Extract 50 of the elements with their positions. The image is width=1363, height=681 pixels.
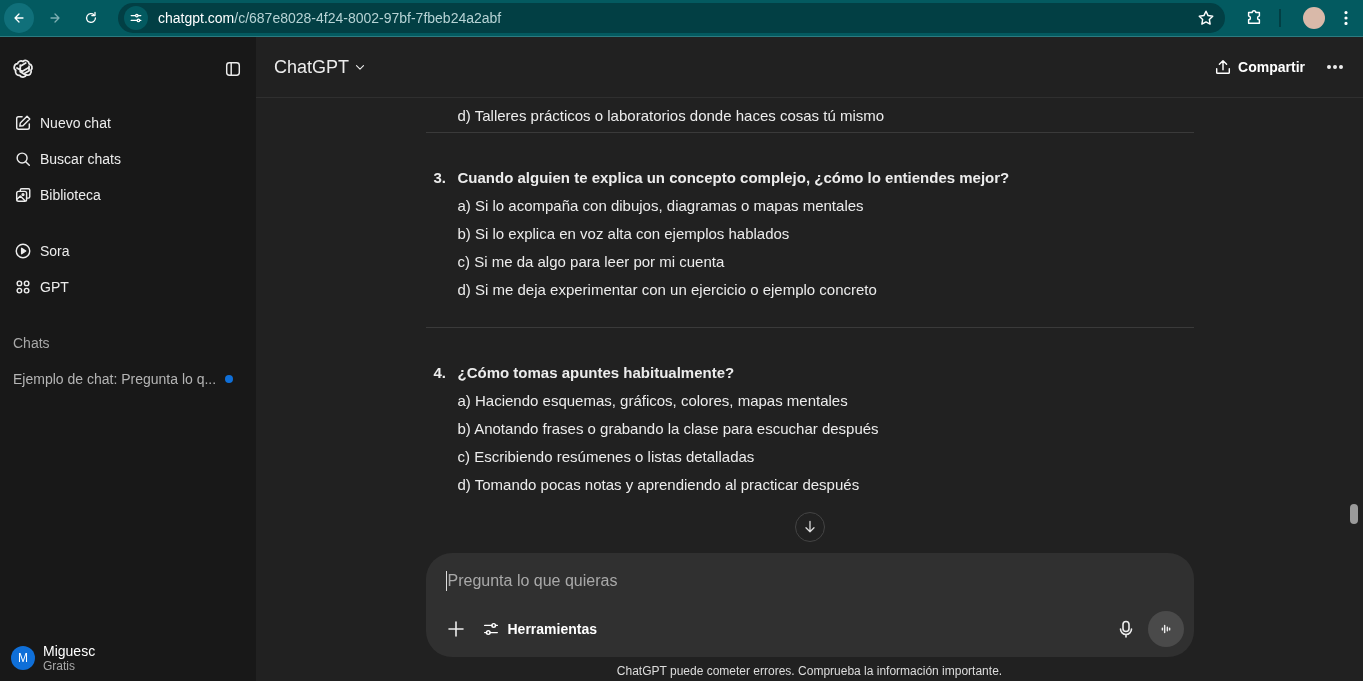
question-number: 3. [433,168,447,186]
sidebar-item[interactable]: Biblioteca [8,177,248,213]
address-bar[interactable]: chatgpt.com/c/687e8028-4f24-8002-97bf-7fbeb24a2abf [118,3,1225,33]
sidebar-item[interactable]: Nuevo chat [8,105,248,141]
plus-icon[interactable] [445,619,466,639]
input-placeholder: Pregunta lo que quieras [445,571,1184,591]
play-icon [14,242,32,260]
tools-button[interactable]: Herramientas [477,616,601,642]
answer-option: a) Haciendo esquemas, gráficos, colores, mapas mentales [425,386,1194,414]
plan-label: Gratis [43,659,76,673]
answer-option: d) Talleres prácticos o laboratorios donde haces cosas tú mismo [425,98,1194,132]
chat-list-item[interactable]: Ejemplo de chat: Pregunta lo q... [8,361,248,397]
section-title: Chats [12,334,51,353]
answer-option: d) Tomando pocas notas y aprendiendo al practicar después [425,470,1194,498]
search-icon [14,150,32,168]
puzzle-icon[interactable] [1245,7,1263,26]
question-text: ¿Cómo tomas apuntes habitualmente? [457,363,735,381]
scroll-down-button[interactable] [794,512,825,542]
disclaimer-text: ChatGPT puede cometer errores. Comprueba la información importante. [615,663,1004,680]
profile-avatar[interactable] [1303,7,1325,29]
user-avatar: M [11,646,35,670]
question-number: 4. [433,363,447,381]
answer-option: c) Escribiendo resúmenes o listas detalladas [425,442,1194,470]
chatgpt-logo-icon[interactable] [12,58,34,80]
grid-icon [14,278,32,296]
sidebar-item[interactable]: GPT [8,269,248,305]
scrollbar-thumb[interactable] [1350,504,1358,524]
question-text: Cuando alguien te explica un concepto complejo, ¿cómo lo entiendes mejor? [457,168,1010,186]
share-button[interactable]: Compartir [1214,54,1305,80]
user-name: Miguesc [43,643,96,659]
model-selector[interactable]: ChatGPT [274,52,368,82]
reload-icon [83,10,99,26]
url-text: chatgpt.com/c/687e8028-4f24-8002-97bf-7fbeb24a2abf [158,10,503,26]
message-input[interactable]: Pregunta lo que quieras Herramientas [425,553,1194,657]
images-icon [14,186,32,204]
share-icon [1214,58,1233,76]
sidebar-toggle-icon[interactable] [224,60,242,78]
sliders-icon [481,620,500,638]
answer-option: b) Si lo explica en voz alta con ejemplos hablados [425,219,1194,247]
voice-mode-button[interactable] [1147,611,1184,647]
answer-option: d) Si me deja experimentar con un ejercicio o ejemplo concreto [425,275,1194,303]
sidebar-item[interactable]: Sora [8,233,248,269]
user-profile[interactable]: M Miguesc Gratis [8,643,248,681]
new-chat-icon [14,114,32,132]
answer-option: c) Si me da algo para leer por mi cuenta [425,247,1194,275]
star-icon[interactable] [1197,9,1215,27]
back-button[interactable] [4,3,34,33]
answer-option: b) Anotando frases o grabando la clase para escuchar después [425,414,1194,442]
answer-option: a) Si lo acompaña con dibujos, diagramas o mapas mentales [425,191,1194,219]
sidebar-item[interactable]: Buscar chats [8,141,248,177]
